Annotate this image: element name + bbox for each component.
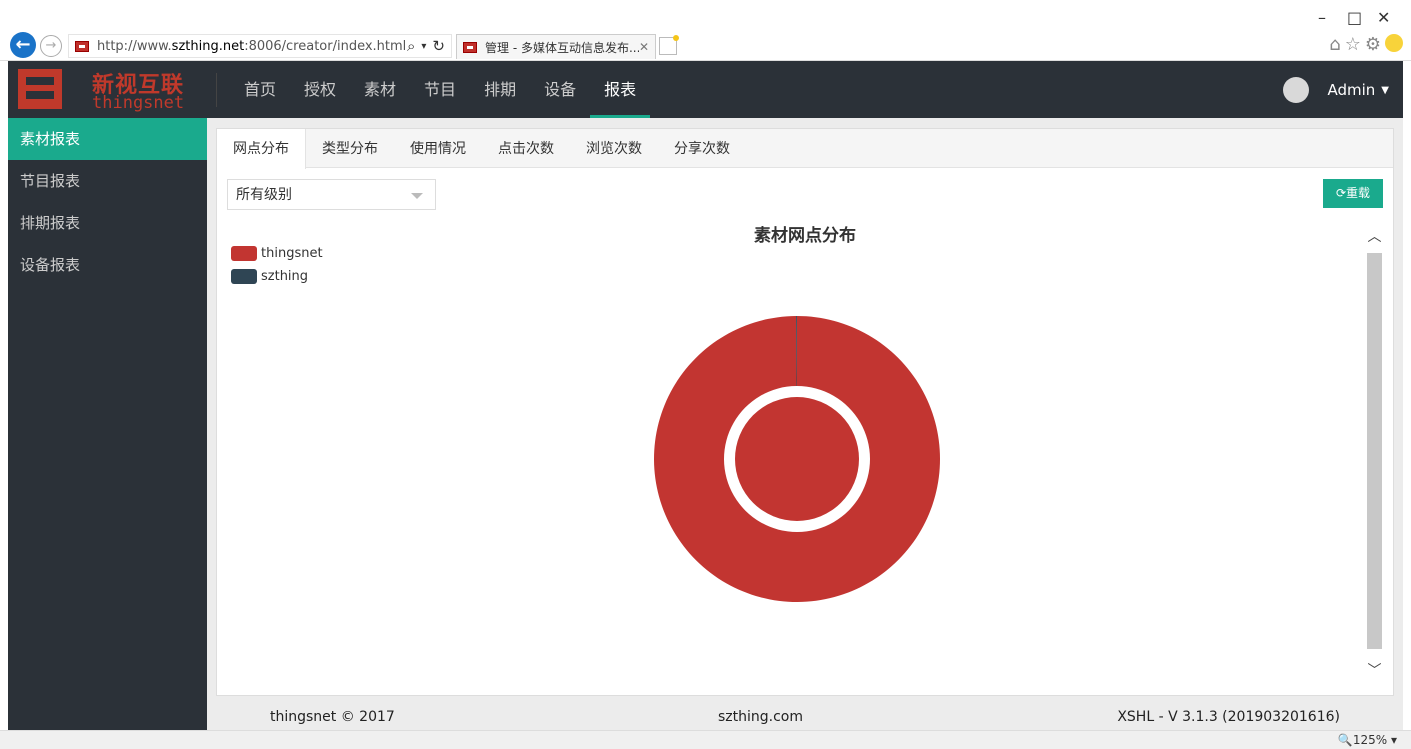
new-tab-icon[interactable] bbox=[659, 35, 679, 55]
back-icon[interactable]: ← bbox=[10, 32, 36, 58]
nav-item-program[interactable]: 节目 bbox=[410, 61, 470, 118]
url-text: http://www.szthing.net:8006/creator/inde… bbox=[97, 38, 407, 54]
search-icon[interactable]: ⌕ bbox=[407, 37, 415, 55]
sidebar-footer-fill bbox=[8, 706, 207, 730]
footer-site: szthing.com bbox=[718, 709, 804, 725]
minimize-icon[interactable]: – bbox=[1318, 8, 1326, 27]
caret-down-icon: ▼ bbox=[1381, 84, 1389, 96]
browser-status-bar: 🔍125% ▾ bbox=[0, 730, 1411, 749]
window-edge-right bbox=[1403, 61, 1411, 730]
sidebar-item-schedule-report[interactable]: 排期报表 bbox=[8, 202, 207, 244]
nav-item-device[interactable]: 设备 bbox=[530, 61, 590, 118]
nav-divider bbox=[216, 73, 217, 107]
nav-item-report[interactable]: 报表 bbox=[590, 61, 651, 118]
brand-name-en: thingsnet bbox=[92, 93, 185, 113]
browser-tools: ⌂☆⚙ bbox=[1329, 34, 1403, 55]
sidebar: 素材报表 节目报表 排期报表 设备报表 bbox=[8, 118, 207, 730]
close-tab-icon[interactable]: ✕ bbox=[639, 40, 649, 54]
site-favicon-icon bbox=[75, 40, 89, 52]
chevron-down-icon[interactable]: ﹀ bbox=[1366, 659, 1383, 683]
browser-tab[interactable]: 管理 - 多媒体互动信息发布... ✕ bbox=[456, 34, 656, 59]
zoom-icon: 🔍 bbox=[1337, 733, 1353, 747]
page-footer: thingsnet © 2017 szthing.com XSHL - V 3.… bbox=[207, 706, 1403, 730]
browser-chrome: ← → http://www.szthing.net:8006/creator/… bbox=[0, 0, 1411, 61]
settings-gear-icon[interactable]: ⚙ bbox=[1365, 34, 1385, 55]
footer-version: XSHL - V 3.1.3 (201903201616) bbox=[1117, 709, 1340, 725]
nav-item-media[interactable]: 素材 bbox=[350, 61, 410, 118]
nav-item-home[interactable]: 首页 bbox=[230, 61, 290, 118]
tab-title: 管理 - 多媒体互动信息发布... bbox=[485, 40, 639, 55]
refresh-icon[interactable]: ↻ bbox=[432, 37, 445, 55]
home-icon[interactable]: ⌂ bbox=[1329, 34, 1344, 55]
nav-menu: 首页 授权 素材 节目 排期 设备 报表 bbox=[230, 61, 651, 118]
avatar bbox=[1283, 77, 1310, 103]
pie-inner-slice[interactable] bbox=[735, 397, 859, 521]
top-navbar: 新视互联 thingsnet 首页 授权 素材 节目 排期 设备 报表 Admi… bbox=[8, 61, 1403, 118]
user-name: Admin bbox=[1327, 81, 1376, 99]
nav-item-license[interactable]: 授权 bbox=[290, 61, 350, 118]
window-close-icon[interactable]: ✕ bbox=[1377, 8, 1390, 27]
address-bar[interactable]: http://www.szthing.net:8006/creator/inde… bbox=[68, 34, 452, 58]
pie-chart bbox=[654, 316, 941, 603]
scroll-track[interactable] bbox=[1367, 253, 1382, 649]
legend-scrollbar[interactable]: ︿ ﹀ bbox=[1366, 225, 1383, 683]
zoom-level: 125% bbox=[1352, 733, 1388, 747]
logo-icon bbox=[18, 69, 62, 109]
chevron-up-icon[interactable]: ︿ bbox=[1366, 225, 1383, 249]
tab-favicon-icon bbox=[463, 41, 477, 53]
favorites-star-icon[interactable]: ☆ bbox=[1345, 34, 1365, 55]
forward-icon[interactable]: → bbox=[40, 35, 62, 57]
nav-item-schedule[interactable]: 排期 bbox=[470, 61, 530, 118]
main-content: 网点分布 类型分布 使用情况 点击次数 浏览次数 分享次数 所有级别 ⟳重载 素… bbox=[207, 118, 1403, 706]
feedback-smiley-icon[interactable] bbox=[1385, 34, 1403, 52]
footer-copyright: thingsnet © 2017 bbox=[270, 709, 395, 725]
window-edge-left bbox=[0, 61, 8, 730]
dropdown-icon[interactable]: ▾ bbox=[421, 41, 426, 52]
sidebar-item-device-report[interactable]: 设备报表 bbox=[8, 244, 207, 286]
user-menu[interactable]: Admin ▼ bbox=[1283, 77, 1389, 103]
zoom-control[interactable]: 🔍125% ▾ bbox=[1338, 733, 1397, 747]
sidebar-item-media-report[interactable]: 素材报表 bbox=[8, 118, 207, 160]
sidebar-item-program-report[interactable]: 节目报表 bbox=[8, 160, 207, 202]
report-panel: 网点分布 类型分布 使用情况 点击次数 浏览次数 分享次数 所有级别 ⟳重载 素… bbox=[216, 128, 1394, 696]
maximize-icon[interactable]: □ bbox=[1347, 8, 1362, 27]
